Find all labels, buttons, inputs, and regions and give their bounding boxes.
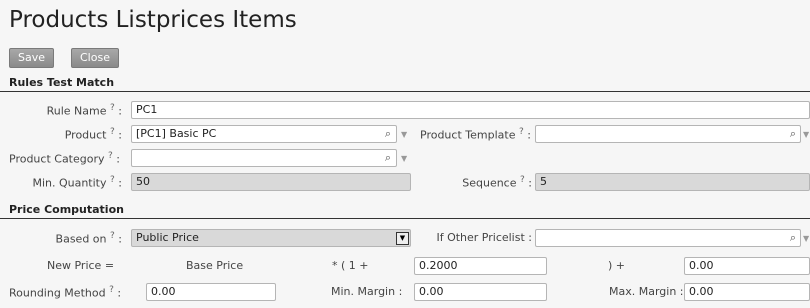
max-margin-input[interactable]: 0.00 (684, 283, 810, 301)
min-margin-input[interactable]: 0.00 (414, 283, 547, 301)
help-mark[interactable]: ? (110, 175, 115, 185)
save-button[interactable]: Save (9, 48, 55, 68)
product-label: Product ? : (64, 127, 122, 142)
page-title: Products Listprices Items (9, 7, 297, 33)
dropdown-arrow-icon[interactable]: ▼ (803, 128, 809, 142)
search-icon[interactable]: ⌕ (786, 231, 800, 245)
help-mark[interactable]: ? (110, 103, 115, 113)
product-category-label: Product Category ? : (9, 151, 121, 166)
rule-name-label: Rule Name ? : (46, 103, 122, 118)
rounding-method-label: Rounding Method ? : (9, 285, 122, 300)
search-icon[interactable]: ⌕ (381, 127, 395, 141)
page-root: { "page": { "title": "Products Listprice… (0, 0, 810, 308)
help-mark[interactable]: ? (110, 231, 115, 241)
dropdown-arrow-icon[interactable]: ▼ (401, 128, 407, 142)
plus-text: ) + (608, 259, 626, 272)
product-template-label: Product Template ? : (420, 127, 531, 142)
new-price-text: New Price = (47, 259, 115, 272)
product-input[interactable]: [PC1] Basic PC (131, 125, 397, 143)
min-quantity-input[interactable]: 50 (131, 173, 411, 191)
help-mark[interactable]: ? (519, 127, 524, 137)
section-rules-test-match: Rules Test Match (0, 76, 810, 92)
search-icon[interactable]: ⌕ (381, 151, 395, 165)
sequence-label: Sequence ? : (462, 175, 532, 190)
rule-name-input[interactable]: PC1 (131, 101, 810, 119)
section-price-computation: Price Computation (0, 203, 810, 219)
min-margin-label: Min. Margin : (331, 285, 403, 298)
other-pricelist-input[interactable] (535, 229, 801, 247)
close-button[interactable]: Close (71, 48, 119, 68)
based-on-select[interactable]: Public Price (131, 229, 411, 247)
product-template-input[interactable] (535, 125, 801, 143)
min-quantity-label: Min. Quantity ? : (32, 175, 122, 190)
help-mark[interactable]: ? (520, 175, 525, 185)
dropdown-arrow-icon[interactable]: ▼ (401, 152, 407, 166)
rounding-method-input[interactable]: 0.00 (146, 283, 276, 301)
discount-input[interactable]: 0.2000 (414, 257, 547, 275)
sequence-input[interactable]: 5 (535, 173, 810, 191)
other-pricelist-label: If Other Pricelist : (436, 231, 532, 244)
multiply-text: * ( 1 + (332, 259, 369, 272)
max-margin-label: Max. Margin : (609, 285, 684, 298)
base-price-text: Base Price (186, 259, 244, 272)
based-on-label: Based on ? : (55, 231, 122, 246)
search-icon[interactable]: ⌕ (786, 127, 800, 141)
help-mark[interactable]: ? (108, 151, 113, 161)
surcharge-input[interactable]: 0.00 (684, 257, 810, 275)
help-mark[interactable]: ? (109, 285, 114, 295)
help-mark[interactable]: ? (110, 127, 115, 137)
dropdown-arrow-icon[interactable]: ▼ (803, 232, 809, 246)
select-arrow-icon[interactable]: ▼ (396, 232, 409, 245)
product-category-input[interactable] (131, 149, 397, 167)
